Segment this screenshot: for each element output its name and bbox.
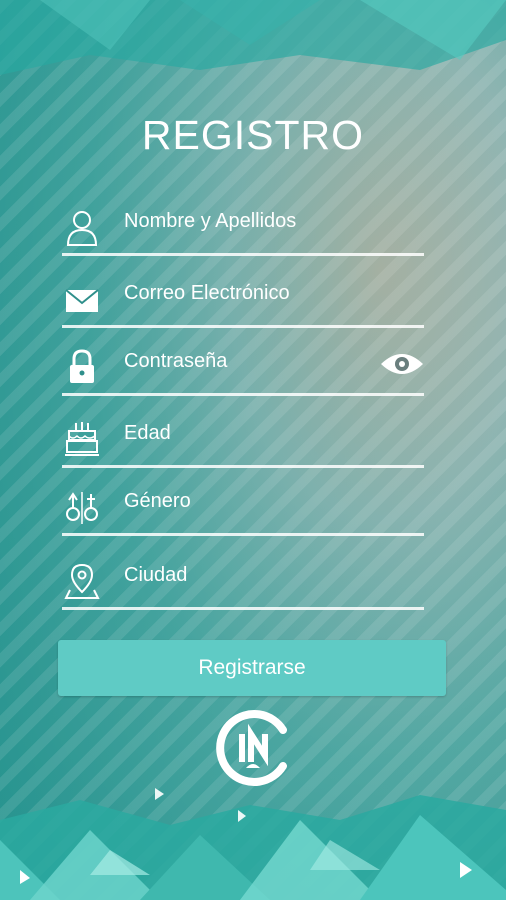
registration-screen: REGISTRO Nombre y Apellidos Correo Elect… [0,0,506,900]
gender-field-label: Género [124,490,191,512]
page-title: REGISTRO [141,112,365,158]
gender-field[interactable]: Género [62,478,424,536]
register-button[interactable]: Registrarse [58,640,446,696]
eye-icon[interactable] [380,350,424,378]
email-field-label: Correo Electrónico [124,282,290,304]
city-field-label: Ciudad [124,564,188,586]
lock-icon [70,349,94,383]
name-field[interactable]: Nombre y Apellidos [62,198,424,256]
password-field[interactable]: Contraseña [62,338,424,396]
envelope-icon [65,289,99,312]
city-field[interactable]: Ciudad [62,552,424,610]
bottom-triangle-pattern [0,788,506,900]
app-logo [216,710,287,786]
gender-icon [66,492,98,524]
email-field[interactable]: Correo Electrónico [62,270,424,328]
top-triangle-pattern [0,0,506,75]
location-pin-icon [64,563,100,599]
password-field-label: Contraseña [124,350,228,372]
user-icon [66,211,98,246]
name-field-label: Nombre y Apellidos [124,210,297,232]
age-field-label: Edad [124,422,171,444]
cake-icon [65,422,99,456]
age-field[interactable]: Edad [62,410,424,468]
